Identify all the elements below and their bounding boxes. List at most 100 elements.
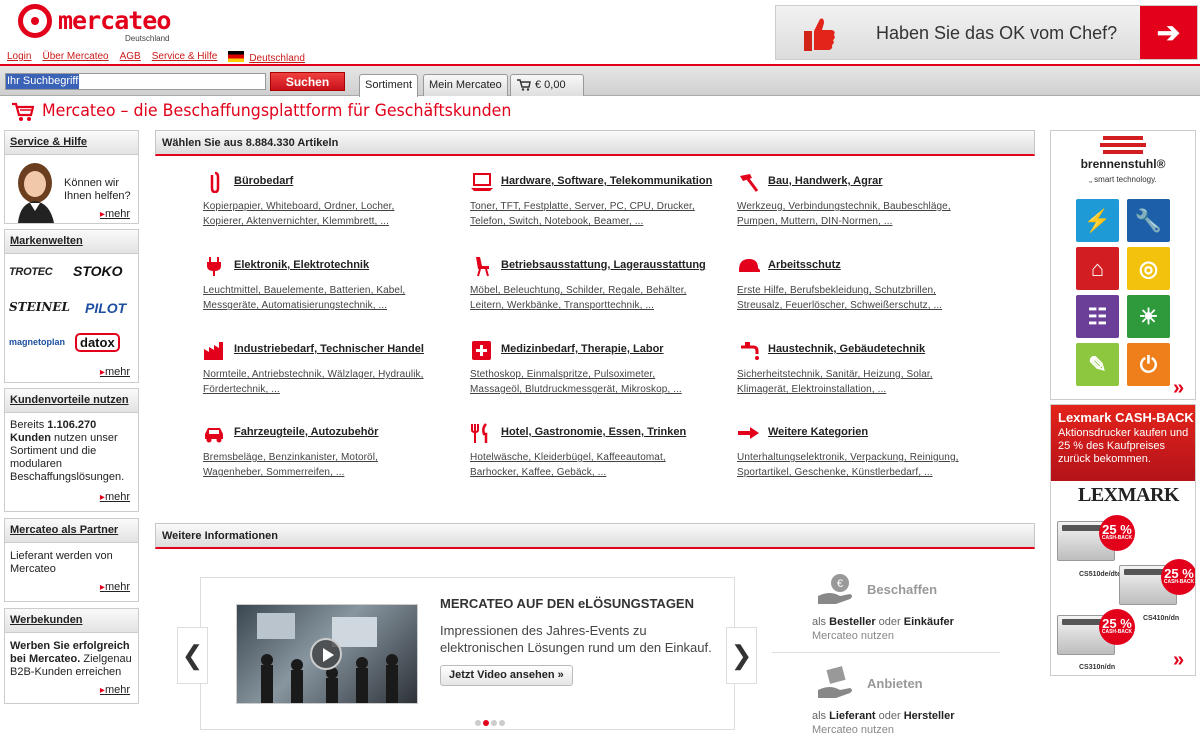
helmet-icon	[739, 259, 760, 272]
subcategory-links[interactable]: Barhocker, Kaffee, Gebäck, ...	[470, 467, 606, 478]
pencil-icon[interactable]: ✎	[1076, 343, 1119, 386]
thumbs-up-icon	[804, 18, 835, 51]
subcategory-links[interactable]: Fördertechnik, ...	[203, 384, 280, 395]
subcategory-links[interactable]: Telefon, Switch, Notebook, Beamer, ...	[470, 216, 643, 227]
search-button[interactable]: Suchen	[270, 72, 345, 91]
country-link[interactable]: Deutschland	[228, 51, 305, 64]
subcategory-links[interactable]: Unterhaltungselektronik, Verpackung, Rei…	[737, 452, 959, 463]
category-link[interactable]: Medizinbedarf, Therapie, Labor	[501, 343, 664, 355]
play-video-icon[interactable]	[310, 638, 342, 670]
logo-bar	[1100, 143, 1146, 147]
logo-ring-icon	[18, 4, 52, 38]
agb-link[interactable]: AGB	[120, 51, 141, 64]
service-more-link[interactable]: mehr	[100, 208, 130, 220]
banner-arrow-icon[interactable]: ➔	[1140, 6, 1197, 59]
subcategory-links[interactable]: Stethoskop, Einmalspritze, Pulsoximeter,	[470, 369, 655, 380]
lexmark-ad[interactable]: Lexmark CASH-BACK Aktionsdrucker kaufen …	[1050, 404, 1196, 676]
mercateo-logo[interactable]: mercateo Deutschland	[18, 4, 178, 48]
slider-next-button[interactable]: ❯	[726, 627, 757, 684]
category-link[interactable]: Elektronik, Elektrotechnik	[234, 259, 369, 271]
cable-reel-icon[interactable]: ◎	[1127, 247, 1170, 290]
benefits-title[interactable]: Kundenvorteile nutzen	[5, 389, 138, 413]
subcategory-links[interactable]: Pumpen, Muttern, DIN-Normen, ...	[737, 216, 892, 227]
subcategory-links[interactable]: Toner, TFT, Festplatte, Server, PC, CPU,…	[470, 201, 695, 212]
slider-dot-3[interactable]	[491, 720, 497, 726]
subcategory-links[interactable]: Wagenheber, Sommerreifen, ...	[203, 467, 344, 478]
slider-dot-1[interactable]	[475, 720, 481, 726]
category-link[interactable]: Weitere Kategorien	[768, 426, 868, 438]
lightning-icon[interactable]: ⚡	[1076, 199, 1119, 242]
ladder-icon[interactable]: ☷	[1076, 295, 1119, 338]
category-link[interactable]: Arbeitsschutz	[768, 259, 841, 271]
logo-bar	[1103, 136, 1143, 140]
subcategory-links[interactable]: Leitern, Werkbänke, Transporttechnik, ..…	[470, 300, 654, 311]
advertiser-box: Werbekunden Werben Sie erfolgreich bei M…	[4, 608, 139, 704]
tab-mein-mercateo[interactable]: Mein Mercateo	[423, 74, 508, 96]
sun-icon[interactable]: ☀	[1127, 295, 1170, 338]
category-link[interactable]: Bürobedarf	[234, 175, 293, 187]
house-icon[interactable]: ⌂	[1076, 247, 1119, 290]
tab-cart[interactable]: € 0,00	[510, 74, 584, 96]
brand-datox[interactable]: datox	[75, 333, 120, 352]
plug-icon[interactable]: ⏻	[1127, 343, 1170, 386]
brands-title[interactable]: Markenwelten	[5, 230, 138, 254]
brand-stoko[interactable]: STOKO	[73, 263, 123, 279]
slider-dot-4[interactable]	[499, 720, 505, 726]
subcategory-links[interactable]: Massageöl, Blutdruckmessgerät, Mikroskop…	[470, 384, 682, 395]
partner-more-link[interactable]: mehr	[100, 581, 130, 593]
subcategory-links[interactable]: Messgeräte, Automatisierungstechnik, ...	[203, 300, 387, 311]
customer-count: 1.106.270	[47, 419, 97, 431]
watch-video-button[interactable]: Jetzt Video ansehen »	[440, 665, 573, 686]
faucet-icon	[741, 342, 759, 360]
benefits-text-pre: Bereits	[10, 419, 48, 431]
advertiser-title[interactable]: Werbekunden	[5, 609, 138, 633]
login-link[interactable]: Login	[7, 51, 31, 64]
service-link[interactable]: Service & Hilfe	[152, 51, 218, 64]
subcategory-links[interactable]: Möbel, Beleuchtung, Schilder, Regale, Be…	[470, 285, 687, 296]
subcategory-links[interactable]: Erste Hilfe, Berufsbekleidung, Schutzbri…	[737, 285, 936, 296]
service-title[interactable]: Service & Hilfe	[5, 131, 138, 155]
wrench-icon[interactable]: 🔧	[1127, 199, 1170, 242]
subcategory-links[interactable]: Kopierpapier, Whiteboard, Ordner, Locher…	[203, 201, 394, 212]
subcategory-links[interactable]: Sicherheitstechnik, Sanitär, Heizung, So…	[737, 369, 933, 380]
lexmark-more-icon[interactable]: »	[1173, 649, 1184, 672]
subcategory-links[interactable]: Streusalz, Feuerlöscher, Schweißerschutz…	[737, 300, 942, 311]
subcategory-links[interactable]: Leuchtmittel, Bauelemente, Batterien, Ka…	[203, 285, 405, 296]
brand-trotec[interactable]: TROTEC	[9, 266, 53, 278]
subcategory-links[interactable]: Normteile, Antriebstechnik, Wälzlager, H…	[203, 369, 424, 380]
category-link[interactable]: Industriebedarf, Technischer Handel	[234, 343, 424, 355]
cashback-label: CASH-BACK	[1101, 629, 1133, 635]
brand-magnetoplan[interactable]: magnetoplan	[9, 337, 65, 347]
brennenstuhl-ad[interactable]: brennenstuhl® „ smart technology. ⚡ 🔧 ⌂ …	[1050, 130, 1196, 400]
subcategory-links[interactable]: Hotelwäsche, Kleiderbügel, Kaffeeautomat…	[470, 452, 666, 463]
svg-text:€: €	[837, 578, 843, 590]
brands-box: Markenwelten TROTEC STOKO STEINEL PILOT …	[4, 229, 139, 383]
tab-sortiment[interactable]: Sortiment	[359, 74, 419, 97]
category-link[interactable]: Hardware, Software, Telekommunikation	[501, 175, 712, 187]
brands-more-link[interactable]: mehr	[100, 366, 130, 378]
category-link[interactable]: Bau, Handwerk, Agrar	[768, 175, 883, 187]
service-box: Service & Hilfe Können wir Ihnen helfen?…	[4, 130, 139, 224]
advertiser-more-link[interactable]: mehr	[100, 684, 130, 696]
category-link[interactable]: Haustechnik, Gebäudetechnik	[768, 343, 925, 355]
subcategory-links[interactable]: Kopierer, Aktenvernichter, Klemmbrett, .…	[203, 216, 389, 227]
partner-title[interactable]: Mercateo als Partner	[5, 519, 138, 543]
category-link[interactable]: Fahrzeugteile, Autozubehör	[234, 426, 378, 438]
slider-prev-button[interactable]: ❮	[177, 627, 208, 684]
category-link[interactable]: Hotel, Gastronomie, Essen, Trinken	[501, 426, 686, 438]
subcategory-links[interactable]: Werkzeug, Verbindungstechnik, Baubeschlä…	[737, 201, 951, 212]
chef-banner[interactable]: Haben Sie das OK vom Chef? ➔	[775, 5, 1198, 60]
benefits-more-link[interactable]: mehr	[100, 491, 130, 503]
medical-cross-icon	[472, 341, 491, 360]
brennenstuhl-more-icon[interactable]: »	[1173, 377, 1184, 400]
subcategory-links[interactable]: Bremsbeläge, Benzinkanister, Motoröl,	[203, 452, 378, 463]
subcategory-links[interactable]: Sportartikel, Geschenke, Künstlerbedarf,…	[737, 467, 933, 478]
subcategory-links[interactable]: Klimagerät, Elektroinstallation, ...	[737, 384, 886, 395]
offer-pre: als	[812, 710, 830, 722]
brand-pilot[interactable]: PILOT	[85, 300, 126, 316]
slider-dot-2[interactable]	[483, 720, 489, 726]
about-link[interactable]: Über Mercateo	[42, 51, 108, 64]
search-input[interactable]	[5, 73, 266, 90]
category-link[interactable]: Betriebsausstattung, Lagerausstattung	[501, 259, 706, 271]
brand-steinel[interactable]: STEINEL	[9, 300, 70, 314]
